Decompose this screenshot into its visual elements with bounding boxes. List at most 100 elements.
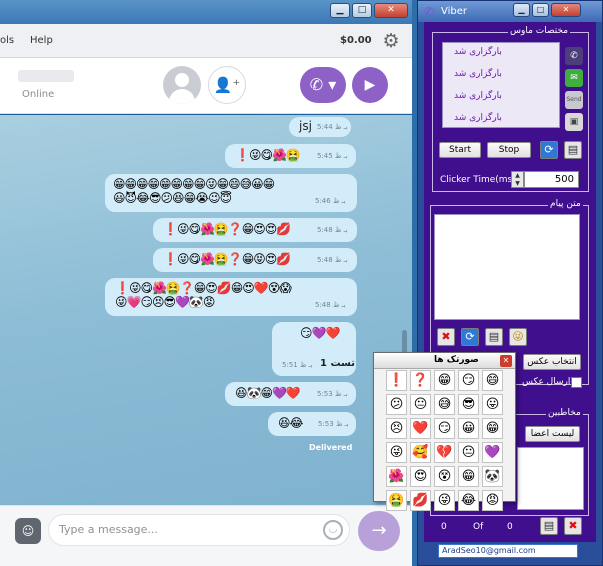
phone-icon: ✆ ▾ xyxy=(309,75,337,94)
popup-title: صورتک ها xyxy=(434,355,479,365)
message-bubble[interactable]: 😏💜❤️ تست 1 بـ ظ 5:51 xyxy=(272,322,356,376)
email-field[interactable]: AradSeo10@gmail.com xyxy=(438,544,578,558)
add-user-icon: 👤⁺ xyxy=(213,76,241,94)
emoticon-cell[interactable]: 🥰 xyxy=(410,442,431,463)
message-bubble[interactable]: ❗😜😋🌺🤮❓😁😝😍💋 بـ ظ 5:48 xyxy=(153,248,357,272)
emoticon-cell[interactable]: 😕 xyxy=(386,394,407,415)
mouse-item[interactable]: بارگزاری شد xyxy=(454,69,502,79)
save-icon[interactable]: ▤ xyxy=(564,141,582,159)
mouse-item[interactable]: بارگزاری شد xyxy=(454,113,502,123)
emoticon-cell[interactable]: 😎 xyxy=(458,394,479,415)
emoticon-cell[interactable]: 💔 xyxy=(434,442,455,463)
refresh-icon[interactable]: ⟳ xyxy=(540,141,558,159)
mouse-group-title: مختصات ماوس xyxy=(508,26,571,36)
save-icon[interactable]: ▤ xyxy=(540,517,558,535)
add-participant-button[interactable]: 👤⁺ xyxy=(208,66,246,104)
send-icon-label: Send xyxy=(566,96,582,103)
emoticon-cell[interactable]: 💋 xyxy=(410,490,431,511)
send-button[interactable]: → xyxy=(358,511,400,551)
message-textarea[interactable] xyxy=(434,214,580,320)
emoticon-cell[interactable]: 🌺 xyxy=(386,466,407,487)
mouse-item[interactable]: بارگزاری شد xyxy=(454,47,502,57)
emoticon-cell[interactable]: ❓ xyxy=(410,370,431,391)
emoticon-cell[interactable]: 😡 xyxy=(482,490,503,511)
emoticon-picker-icon[interactable]: 😜 xyxy=(509,328,527,346)
clicker-spinner[interactable]: ▲ ▼ xyxy=(511,171,524,188)
emoticon-cell[interactable]: 😣 xyxy=(386,418,407,439)
save-icon[interactable]: ▤ xyxy=(485,328,503,346)
emoticon-cell[interactable]: 😍 xyxy=(410,466,431,487)
message-text: jsj xyxy=(299,119,312,133)
emoticon-cell[interactable]: 😀 xyxy=(458,418,479,439)
clicker-time-input[interactable]: 500 xyxy=(524,171,579,188)
minimize-button[interactable]: ▁ xyxy=(330,3,350,18)
delete-icon[interactable]: ✖ xyxy=(564,517,582,535)
emoticon-cell[interactable]: 💜 xyxy=(482,442,503,463)
sticker-button[interactable]: ☺ xyxy=(15,518,41,544)
viber-icon[interactable]: ✆ xyxy=(565,47,583,65)
emoji-icon[interactable]: ◡ xyxy=(323,520,343,540)
stop-button[interactable]: Stop xyxy=(487,142,531,158)
emoticon-cell[interactable]: 😏 xyxy=(458,370,479,391)
video-camera-icon: ▶ xyxy=(364,77,376,93)
emoticon-cell[interactable]: 😐 xyxy=(410,394,431,415)
viber-logo-icon: ✆ xyxy=(424,5,435,19)
account-balance[interactable]: $0.00 xyxy=(340,35,372,46)
tool-minimize-button[interactable]: ▁ xyxy=(513,3,530,17)
menu-help[interactable]: Help xyxy=(30,35,53,46)
contacts-list-button[interactable]: لیست اعضا xyxy=(525,426,580,442)
emoticon-cell[interactable]: 😏 xyxy=(434,418,455,439)
video-call-button[interactable]: ▶ xyxy=(352,67,388,103)
counter-current: 0 xyxy=(441,522,447,532)
emoticon-cell[interactable]: 😄 xyxy=(482,370,503,391)
message-placeholder[interactable]: Type a message... xyxy=(59,523,158,536)
emoticon-cell[interactable]: 😅 xyxy=(434,394,455,415)
wechat-icon[interactable]: ✉ xyxy=(565,69,583,87)
popup-close-button[interactable]: ✕ xyxy=(500,355,512,367)
emoticon-cell[interactable]: ❗ xyxy=(386,370,407,391)
emoticon-cell[interactable]: 😂 xyxy=(458,490,479,511)
tool-maximize-button[interactable]: □ xyxy=(532,3,549,17)
contacts-group-title: مخاطبین xyxy=(546,408,583,418)
message-bubble[interactable]: 😆🐼😁💜❤️ بـ ظ 5:53 xyxy=(225,382,356,406)
menu-tools[interactable]: ols xyxy=(0,35,14,46)
start-button[interactable]: Start xyxy=(439,142,481,158)
image-icon[interactable]: ▣ xyxy=(565,113,583,131)
emoji-sequence: ❗😜😋🌺🤮❓😁😍💋😁😍❤️😵😱 😜💗😏😣😎💜🐼😡 xyxy=(115,281,292,309)
emoticon-cell[interactable]: 😜 xyxy=(386,442,407,463)
emoticon-cell[interactable]: 😵 xyxy=(434,466,455,487)
delete-icon[interactable]: ✖ xyxy=(437,328,455,346)
select-image-button[interactable]: انتخاب عکس xyxy=(523,354,581,370)
refresh-icon[interactable]: ⟳ xyxy=(461,328,479,346)
emoticon-cell[interactable]: 😁 xyxy=(434,370,455,391)
maximize-button[interactable]: □ xyxy=(352,3,372,18)
close-button[interactable]: ✕ xyxy=(374,3,408,18)
mouse-item[interactable]: بارگزاری شد xyxy=(454,91,502,101)
emoticon-cell[interactable]: 😁 xyxy=(482,418,503,439)
message-bubble[interactable]: ❗😜😋🌺🤮❓😁😍💋😁😍❤️😵😱 😜💗😏😣😎💜🐼😡 بـ ظ 5:48 xyxy=(105,278,357,316)
message-bubble[interactable]: jsj بـ ظ 5:44 xyxy=(289,117,351,137)
gear-icon[interactable]: ⚙ xyxy=(380,30,402,52)
avatar[interactable] xyxy=(163,66,201,104)
message-bubble[interactable]: ❗😜😋🌺🤮 بـ ظ 5:45 xyxy=(225,144,356,168)
call-button[interactable]: ✆ ▾ xyxy=(300,67,346,103)
counter-total: 0 xyxy=(507,522,513,532)
emoticon-cell[interactable]: ❤️ xyxy=(410,418,431,439)
sticker-icon: ☺ xyxy=(21,524,35,538)
message-time: بـ ظ 5:48 xyxy=(315,301,346,309)
emoticon-cell[interactable]: 😐 xyxy=(458,442,479,463)
emoticon-cell[interactable]: 😛 xyxy=(482,394,503,415)
emoji-sequence: ❗😜😋🌺🤮❓😁😍😍💋 xyxy=(163,222,291,236)
message-bubble[interactable]: 😆😂 بـ ظ 5:53 xyxy=(268,412,356,436)
emoticon-cell[interactable]: 🐼 xyxy=(482,466,503,487)
contacts-list[interactable] xyxy=(517,447,584,510)
send-image-checkbox[interactable] xyxy=(571,377,582,388)
message-group-title: متن پیام xyxy=(548,199,583,209)
emoticon-cell[interactable]: 🤮 xyxy=(386,490,407,511)
emoticon-cell[interactable]: 😜 xyxy=(434,490,455,511)
message-bubble[interactable]: 😁😁😁😁😁😁😁😁😜😁😄😅😀😁 😃😈😂😎😕😆😁😭😉😇 بـ ظ 5:46 xyxy=(105,174,357,212)
tool-close-button[interactable]: ✕ xyxy=(551,3,581,17)
emoticon-cell[interactable]: 😁 xyxy=(458,466,479,487)
message-bubble[interactable]: ❗😜😋🌺🤮❓😁😍😍💋 بـ ظ 5:48 xyxy=(153,218,357,242)
send-icon[interactable]: Send xyxy=(565,91,583,109)
